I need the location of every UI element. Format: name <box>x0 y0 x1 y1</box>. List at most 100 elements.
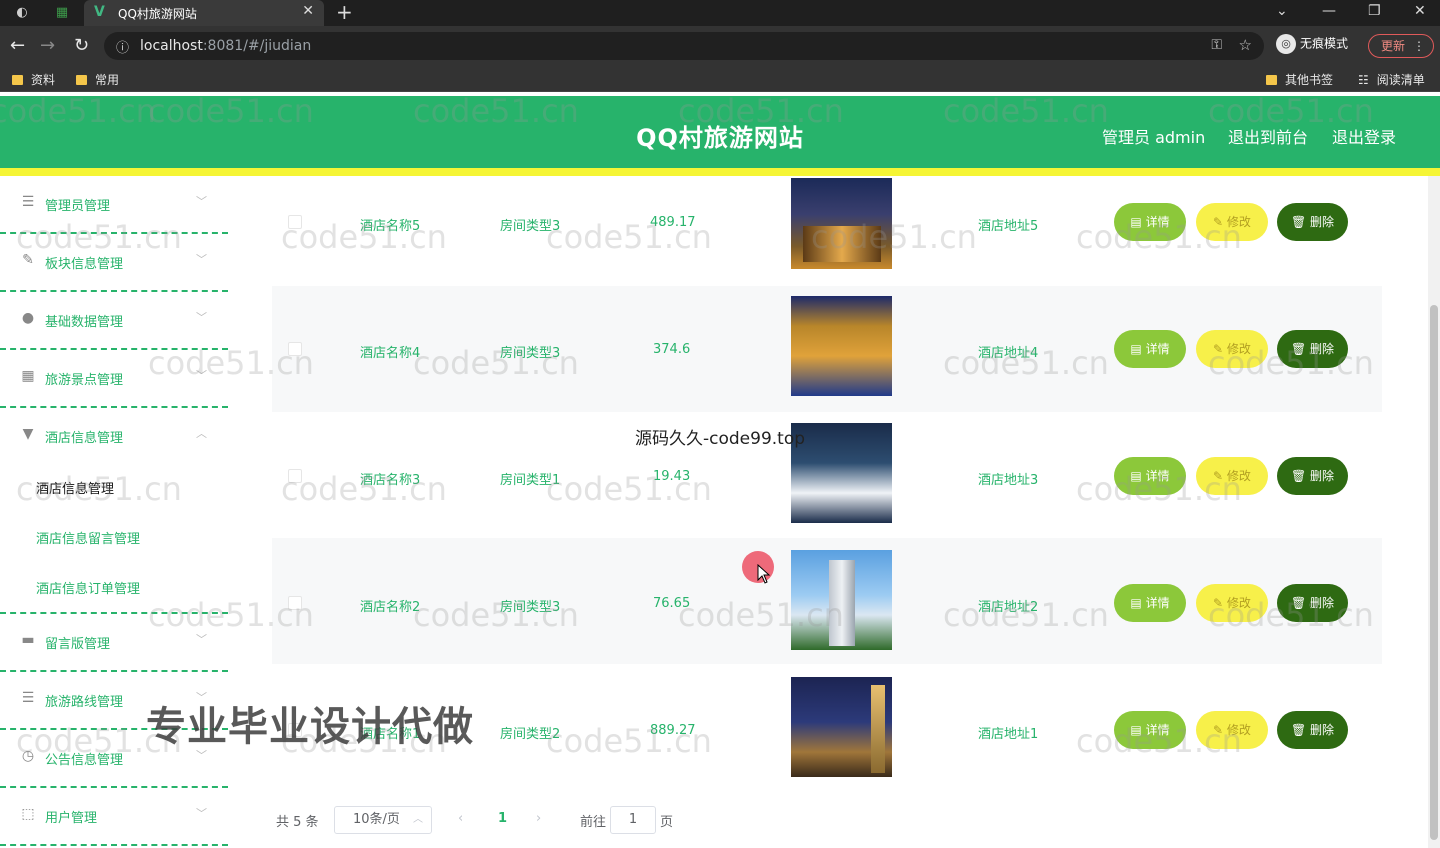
edit-button[interactable]: ✎ 修改 <box>1196 457 1268 495</box>
overlay-source-text: 源码久久-code99.top <box>635 429 806 449</box>
sidebar-item-board[interactable]: ✎ 板块信息管理 ﹀ <box>0 234 228 292</box>
browser-tab-bar: ◐ ▦ V QQ村旅游网站 ✕ + ⌄ — ❐ ✕ <box>0 0 1440 26</box>
room-type-cell: 房间类型3 <box>500 346 561 361</box>
submenu-hotel-orders[interactable]: 酒店信息订单管理 <box>36 578 140 597</box>
reading-list[interactable]: ☷ 阅读清单 <box>1358 71 1425 88</box>
site-title: QQ村旅游网站 <box>636 124 804 152</box>
address-cell: 酒店地址4 <box>978 346 1039 361</box>
hotel-name-cell: 酒店名称3 <box>360 473 421 488</box>
row-checkbox[interactable] <box>288 215 302 229</box>
row-checkbox[interactable] <box>288 596 302 610</box>
tab-close-icon[interactable]: ✕ <box>302 3 314 19</box>
update-button[interactable]: 更新 ⋮ <box>1368 34 1434 58</box>
submenu-hotel-info[interactable]: 酒店信息管理 <box>36 478 114 497</box>
goto-page-input[interactable]: 1 <box>610 806 656 834</box>
logout-link[interactable]: 退出登录 <box>1332 124 1396 148</box>
chevron-up-icon: ︿ <box>413 814 423 825</box>
sidebar-item-messages[interactable]: ▬ 留言版管理 ﹀ <box>0 614 228 672</box>
browser-menu-icon[interactable]: ◐ <box>12 3 32 23</box>
restore-icon[interactable]: ❐ <box>1368 0 1381 22</box>
back-icon[interactable]: ← <box>10 34 25 58</box>
admin-label: 管理员 admin <box>1102 128 1206 147</box>
delete-button[interactable]: 🗑 删除 <box>1277 584 1348 622</box>
chevron-down-icon: ﹀ <box>196 195 207 208</box>
address-cell: 酒店地址3 <box>978 473 1039 488</box>
incognito-icon: ◎ <box>1276 34 1296 54</box>
edit-button[interactable]: ✎ 修改 <box>1196 203 1268 241</box>
incognito-indicator[interactable]: ◎ 无痕模式 <box>1276 34 1348 54</box>
delete-button[interactable]: 🗑 删除 <box>1277 203 1348 241</box>
bookmark-star-icon[interactable]: ☆ <box>1239 36 1252 54</box>
pagination-total: 共 5 条 <box>276 815 319 830</box>
prev-page-icon[interactable]: ‹ <box>458 811 463 826</box>
sidebar-item-users[interactable]: ⬚ 用户管理 ﹀ <box>0 788 228 846</box>
folder-icon <box>12 75 23 85</box>
edit-button[interactable]: ✎ 修改 <box>1196 711 1268 749</box>
hotel-image <box>791 550 892 650</box>
app-header: QQ村旅游网站 管理员 admin 退出到前台 退出登录 <box>0 96 1440 176</box>
hotel-image <box>791 296 892 396</box>
list-icon: ☰ <box>21 194 35 210</box>
url-input[interactable]: ⓘ localhost:8081/#/jiudian ⚿ ☆ <box>104 32 1264 60</box>
row-checkbox[interactable] <box>288 342 302 356</box>
detail-button[interactable]: ▤ 详情 <box>1114 203 1186 241</box>
edit-button[interactable]: ✎ 修改 <box>1196 330 1268 368</box>
page-suffix-label: 页 <box>660 815 674 830</box>
chevron-down-icon: ﹀ <box>196 807 207 820</box>
back-to-front-link[interactable]: 退出到前台 <box>1228 124 1308 148</box>
chevron-down-icon: ﹀ <box>196 633 207 646</box>
submenu-hotel-comments[interactable]: 酒店信息留言管理 <box>36 528 140 547</box>
site-info-icon[interactable]: ⓘ <box>116 37 129 56</box>
page-size-select[interactable]: 10条/页 ︿ <box>334 806 432 834</box>
scrollbar-thumb[interactable] <box>1430 305 1438 840</box>
header-stripe <box>0 168 1440 176</box>
active-tab[interactable]: V QQ村旅游网站 ✕ <box>84 0 324 26</box>
detail-button[interactable]: ▤ 详情 <box>1114 457 1186 495</box>
next-page-icon[interactable]: › <box>536 811 541 826</box>
pen-icon: ✎ <box>22 252 34 268</box>
address-cell: 酒店地址1 <box>978 727 1039 742</box>
hotel-name-cell: 酒店名称2 <box>360 600 421 615</box>
hotel-image <box>791 677 892 777</box>
frame-icon: ⬚ <box>21 806 35 822</box>
price-cell: 889.27 <box>650 723 696 738</box>
room-type-cell: 房间类型3 <box>500 219 561 234</box>
grid-icon: ▦ <box>21 368 35 384</box>
hotel-image <box>791 423 892 523</box>
sidebar-item-scenic[interactable]: ▦ 旅游景点管理 ﹀ <box>0 350 228 408</box>
delete-button[interactable]: 🗑 删除 <box>1277 330 1348 368</box>
bookmark-folder-资料[interactable]: 资料 <box>12 71 55 88</box>
sidebar-item-basedata[interactable]: ● 基础数据管理 ﹀ <box>0 292 228 350</box>
page-number-current[interactable]: 1 <box>498 811 507 826</box>
delete-button[interactable]: 🗑 删除 <box>1277 457 1348 495</box>
window-close-icon[interactable]: ✕ <box>1414 0 1426 22</box>
password-key-icon[interactable]: ⚿ <box>1211 37 1222 53</box>
reload-icon[interactable]: ↻ <box>74 34 89 58</box>
hotel-image <box>791 178 892 269</box>
detail-button[interactable]: ▤ 详情 <box>1114 330 1186 368</box>
edit-button[interactable]: ✎ 修改 <box>1196 584 1268 622</box>
vue-logo-icon: V <box>94 4 105 20</box>
chevron-up-icon: ︿ <box>196 427 207 440</box>
other-bookmarks[interactable]: 其他书签 <box>1266 71 1333 88</box>
sidebar-item-hotel[interactable]: ▼ 酒店信息管理 ︿ <box>0 408 228 466</box>
price-cell: 489.17 <box>650 215 696 230</box>
sliders-icon: ☰ <box>21 690 35 706</box>
detail-button[interactable]: ▤ 详情 <box>1114 584 1186 622</box>
sidebar-item-admin[interactable]: ☰ 管理员管理 ﹀ <box>0 176 228 234</box>
hotel-name-cell: 酒店名称4 <box>360 346 421 361</box>
chevron-down-icon: ﹀ <box>196 253 207 266</box>
app-icon[interactable]: ▦ <box>52 3 72 23</box>
detail-button[interactable]: ▤ 详情 <box>1114 711 1186 749</box>
chat-icon: ▬ <box>21 632 35 648</box>
more-menu-icon: ⋮ <box>1413 39 1425 53</box>
row-checkbox[interactable] <box>288 469 302 483</box>
new-tab-icon[interactable]: + <box>336 0 353 24</box>
tab-search-icon[interactable]: ⌄ <box>1276 0 1288 22</box>
minimize-icon[interactable]: — <box>1322 0 1336 22</box>
reading-list-icon: ☷ <box>1358 73 1369 87</box>
forward-icon[interactable]: → <box>40 34 55 58</box>
delete-button[interactable]: 🗑 删除 <box>1277 711 1348 749</box>
bookmark-folder-常用[interactable]: 常用 <box>76 71 119 88</box>
chevron-down-icon: ﹀ <box>196 311 207 324</box>
